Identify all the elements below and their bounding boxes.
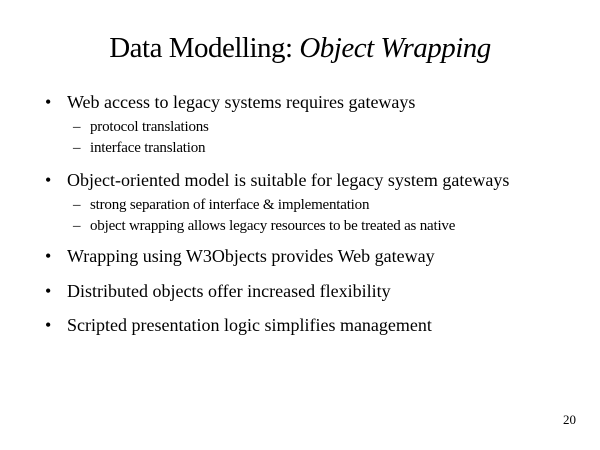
bullet-glyph: • bbox=[45, 315, 52, 335]
sub-bullet-glyph: – bbox=[73, 140, 81, 156]
sub-bullet-text: object wrapping allows legacy resources … bbox=[90, 218, 456, 234]
slide-title-plain: Data Modelling: bbox=[109, 32, 300, 64]
bullet-text: Scripted presentation logic simplifies m… bbox=[67, 315, 432, 335]
bullet-text: Object-oriented model is suitable for le… bbox=[67, 170, 510, 190]
bullet-text: Wrapping using W3Objects provides Web ga… bbox=[67, 246, 435, 266]
slide-title-italic: Object Wrapping bbox=[299, 32, 491, 64]
bullet-item: • Object-oriented model is suitable for l… bbox=[45, 169, 509, 191]
slide: Data Modelling: Object Wrapping • Web acc… bbox=[0, 0, 600, 450]
sub-bullet-text: strong separation of interface & impleme… bbox=[90, 197, 370, 213]
bullet-item: • Distributed objects offer increased fle… bbox=[45, 280, 391, 302]
bullet-glyph: • bbox=[45, 246, 52, 266]
bullet-item: • Web access to legacy systems requires g… bbox=[45, 91, 415, 113]
bullet-text: Distributed objects offer increased flex… bbox=[67, 281, 391, 301]
sub-bullet-glyph: – bbox=[73, 197, 81, 213]
sub-bullet-text: interface translation bbox=[90, 140, 206, 156]
bullet-glyph: • bbox=[45, 281, 52, 301]
bullet-glyph: • bbox=[45, 170, 52, 190]
slide-title: Data Modelling: Object Wrapping bbox=[0, 30, 600, 66]
sub-bullet-text: protocol translations bbox=[90, 119, 209, 135]
bullet-text: Web access to legacy systems requires ga… bbox=[67, 92, 416, 112]
bullet-item: • Wrapping using W3Objects provides Web g… bbox=[45, 245, 435, 267]
page-number: 20 bbox=[563, 412, 576, 427]
sub-bullet-item: – protocol translations bbox=[73, 118, 209, 136]
sub-bullet-item: – interface translation bbox=[73, 139, 206, 157]
sub-bullet-item: – object wrapping allows legacy resources… bbox=[73, 217, 455, 235]
sub-bullet-glyph: – bbox=[73, 119, 81, 135]
sub-bullet-item: – strong separation of interface & implem… bbox=[73, 196, 369, 214]
bullet-glyph: • bbox=[45, 92, 52, 112]
sub-bullet-glyph: – bbox=[73, 218, 81, 234]
bullet-item: • Scripted presentation logic simplifies … bbox=[45, 314, 432, 336]
